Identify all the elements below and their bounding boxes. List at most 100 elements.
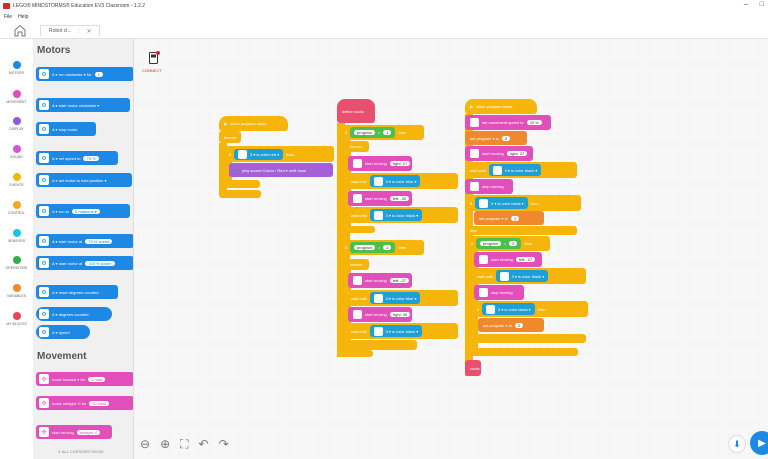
- start-moving-block[interactable]: start moving right: 27: [465, 146, 533, 161]
- block-value[interactable]: 0: [501, 135, 511, 141]
- sensor-condition[interactable]: 3 ▾ is color black ▾: [495, 270, 549, 282]
- category-sensors[interactable]: SENSORS: [0, 229, 33, 243]
- start-moving-block[interactable]: start moving left: -30: [348, 191, 412, 206]
- play-sound-block[interactable]: 🔈 play sound Colors / Red ▾ until done: [229, 163, 333, 177]
- palette-block[interactable]: ⚙ A ▾ run clockwise ▾ for 1: [36, 67, 133, 81]
- sensor-condition[interactable]: 3 ▾ is color black ▾: [369, 209, 423, 221]
- if-block[interactable]: if program = 0 then: [466, 236, 550, 251]
- start-moving-block[interactable]: start moving right: 27: [348, 156, 412, 171]
- block-value[interactable]: 1 rotat: [88, 376, 106, 382]
- block-value[interactable]: straight: 0: [76, 429, 101, 435]
- block-value[interactable]: left: -27: [515, 257, 536, 262]
- program-icon[interactable]: [148, 51, 160, 65]
- set-movement-speed-block[interactable]: set movement speed to 20 %: [465, 115, 551, 130]
- block-value[interactable]: 1: [510, 215, 520, 221]
- if-block[interactable]: if 3 ▾ is color black ▾ then: [472, 301, 588, 317]
- more-icon[interactable]: ⋮: [77, 28, 82, 34]
- sensor-condition[interactable]: 3 ▾ is color black ▾: [369, 325, 423, 337]
- block-value[interactable]: 100 % power: [85, 260, 115, 266]
- category-sound[interactable]: SOUND: [0, 145, 33, 159]
- wait-until-block[interactable]: wait until 3 ▾ is color black ▾: [472, 268, 586, 284]
- wait-until-block[interactable]: wait until 3 ▾ is color black ▾: [465, 162, 577, 178]
- wait-until-block[interactable]: wait until 3 ▾ is color black ▾: [346, 207, 458, 223]
- if-else-block[interactable]: if 3 ▾ is color black ▾ then: [465, 195, 581, 211]
- palette-block[interactable]: ✣ start moving straight: 0: [36, 425, 112, 439]
- set-variable-block[interactable]: set program ▾ to 1: [474, 211, 544, 225]
- block-value[interactable]: 2: [383, 245, 392, 250]
- project-tab[interactable]: Robot cl... ⋮ ✕: [40, 25, 100, 36]
- sensor-condition[interactable]: 3 ▾ is color blue ▾: [369, 292, 421, 304]
- block-value[interactable]: 75 % speed: [85, 238, 113, 244]
- palette-block[interactable]: ⚙ A ▾ speed: [36, 325, 90, 339]
- equals-operator[interactable]: program = 1: [350, 127, 396, 138]
- maximize-button[interactable]: □: [760, 1, 764, 8]
- category-my-blocks[interactable]: MY BLOCKS: [0, 312, 33, 326]
- block-value[interactable]: 0 rotations ▾: [71, 208, 100, 214]
- forever-block[interactable]: forever: [345, 141, 369, 152]
- run-button[interactable]: ▶: [750, 431, 768, 455]
- category-display[interactable]: DISPLAY: [0, 117, 33, 131]
- forever-block[interactable]: forever: [345, 259, 369, 270]
- category-operators[interactable]: OPERATORS: [0, 256, 33, 270]
- block-value[interactable]: 1: [94, 71, 103, 77]
- block-value[interactable]: 1: [383, 130, 392, 135]
- menu-help[interactable]: Help: [18, 14, 28, 20]
- palette-block[interactable]: ⚙ A ▾ start motor clockwise ▾: [36, 98, 130, 112]
- zoom-in-icon[interactable]: ⊕: [160, 437, 170, 452]
- wait-until-block[interactable]: wait until 3 ▾ is color blue ▾: [346, 173, 458, 189]
- palette-block[interactable]: ⚙ A ▾ start motor at 75 % speed: [36, 234, 133, 248]
- block-value[interactable]: left: -27: [389, 278, 410, 283]
- block-value[interactable]: 0: [509, 241, 518, 246]
- block-value[interactable]: 10 rotat: [89, 400, 109, 406]
- sensor-condition[interactable]: 3 ▾ is color black ▾: [488, 164, 542, 176]
- palette-block[interactable]: ⚙ A ▾ degrees counted: [36, 307, 112, 321]
- block-value[interactable]: 75 %: [83, 155, 99, 161]
- set-variable-block[interactable]: set program ▾ to 0: [465, 131, 527, 145]
- home-icon[interactable]: [13, 24, 27, 37]
- category-motors[interactable]: MOTORS: [0, 61, 33, 75]
- if-block[interactable]: if 3 ▾ is color red ▾ then: [224, 146, 334, 162]
- palette-block[interactable]: ⚙ A ▾ start motor at 100 % power: [36, 256, 133, 270]
- if-block[interactable]: ifprogram3 ▾ is color red ▾=2then: [340, 240, 424, 255]
- stop-moving-block[interactable]: stop moving: [474, 285, 524, 300]
- stop-moving-block[interactable]: stop moving: [465, 179, 513, 194]
- undo-icon[interactable]: ↶: [199, 437, 209, 452]
- call-block-coots[interactable]: coots: [465, 360, 481, 376]
- all-cursors-toggle[interactable]: ∨ ALL CURSORS SHOW: [58, 449, 103, 454]
- start-moving-block[interactable]: start moving left: -27: [474, 252, 542, 267]
- block-value[interactable]: right: 27: [506, 151, 528, 156]
- sensor-condition[interactable]: 3 ▾ is color black ▾: [482, 303, 535, 315]
- wait-until-block[interactable]: wait until 3 ▾ is color black ▾: [346, 323, 458, 339]
- start-moving-block[interactable]: start moving left: -27: [348, 273, 412, 288]
- palette-block[interactable]: ⚙ A ▾ set motor to hold position ▾: [36, 173, 132, 187]
- block-value[interactable]: right: 30: [389, 312, 411, 317]
- minimize-button[interactable]: –: [744, 1, 748, 8]
- forever-block[interactable]: forever: [219, 131, 241, 143]
- menu-file[interactable]: File: [4, 14, 12, 20]
- download-button[interactable]: ⬇: [728, 435, 746, 453]
- start-moving-block[interactable]: start moving right: 30: [348, 307, 412, 322]
- equals-operator[interactable]: program3 ▾ is color red ▾=2: [350, 242, 396, 253]
- wait-until-block[interactable]: wait until 3 ▾ is color blue ▾: [346, 290, 458, 306]
- code-canvas[interactable]: [134, 39, 768, 459]
- category-events[interactable]: EVENTS: [0, 173, 33, 187]
- palette-block[interactable]: ✣ move straight: 0 for 10 rotat: [36, 396, 133, 410]
- palette-block[interactable]: ✣ move forward ▾ for 1 rotat: [36, 372, 133, 386]
- sensor-condition[interactable]: 3 ▾ is color black ▾: [475, 197, 528, 209]
- zoom-out-icon[interactable]: ⊖: [140, 437, 150, 452]
- hat-block-when-program-starts[interactable]: ▶ when program starts: [219, 116, 288, 131]
- equals-operator[interactable]: program = 0: [476, 238, 522, 249]
- category-control[interactable]: CONTROL: [0, 201, 33, 215]
- close-icon[interactable]: ✕: [87, 28, 92, 35]
- redo-icon[interactable]: ↷: [219, 437, 229, 452]
- block-value[interactable]: left: -30: [389, 196, 410, 201]
- palette-block[interactable]: ⚙ A ▾ stop motor: [36, 122, 96, 136]
- if-block[interactable]: if program = 1 then: [340, 125, 424, 140]
- define-block[interactable]: define coots: [337, 99, 375, 123]
- category-movement[interactable]: MOVEMENT: [0, 90, 33, 104]
- hat-block-when-program-starts[interactable]: ▶ when program starts: [465, 99, 537, 114]
- palette-block[interactable]: ⚙ A ▾ set speed to 75 %: [36, 151, 118, 165]
- block-value[interactable]: 2: [514, 322, 524, 328]
- sensor-condition[interactable]: 3 ▾ is color blue ▾: [369, 175, 421, 187]
- sensor-condition[interactable]: 3 ▾ is color red ▾: [234, 148, 284, 160]
